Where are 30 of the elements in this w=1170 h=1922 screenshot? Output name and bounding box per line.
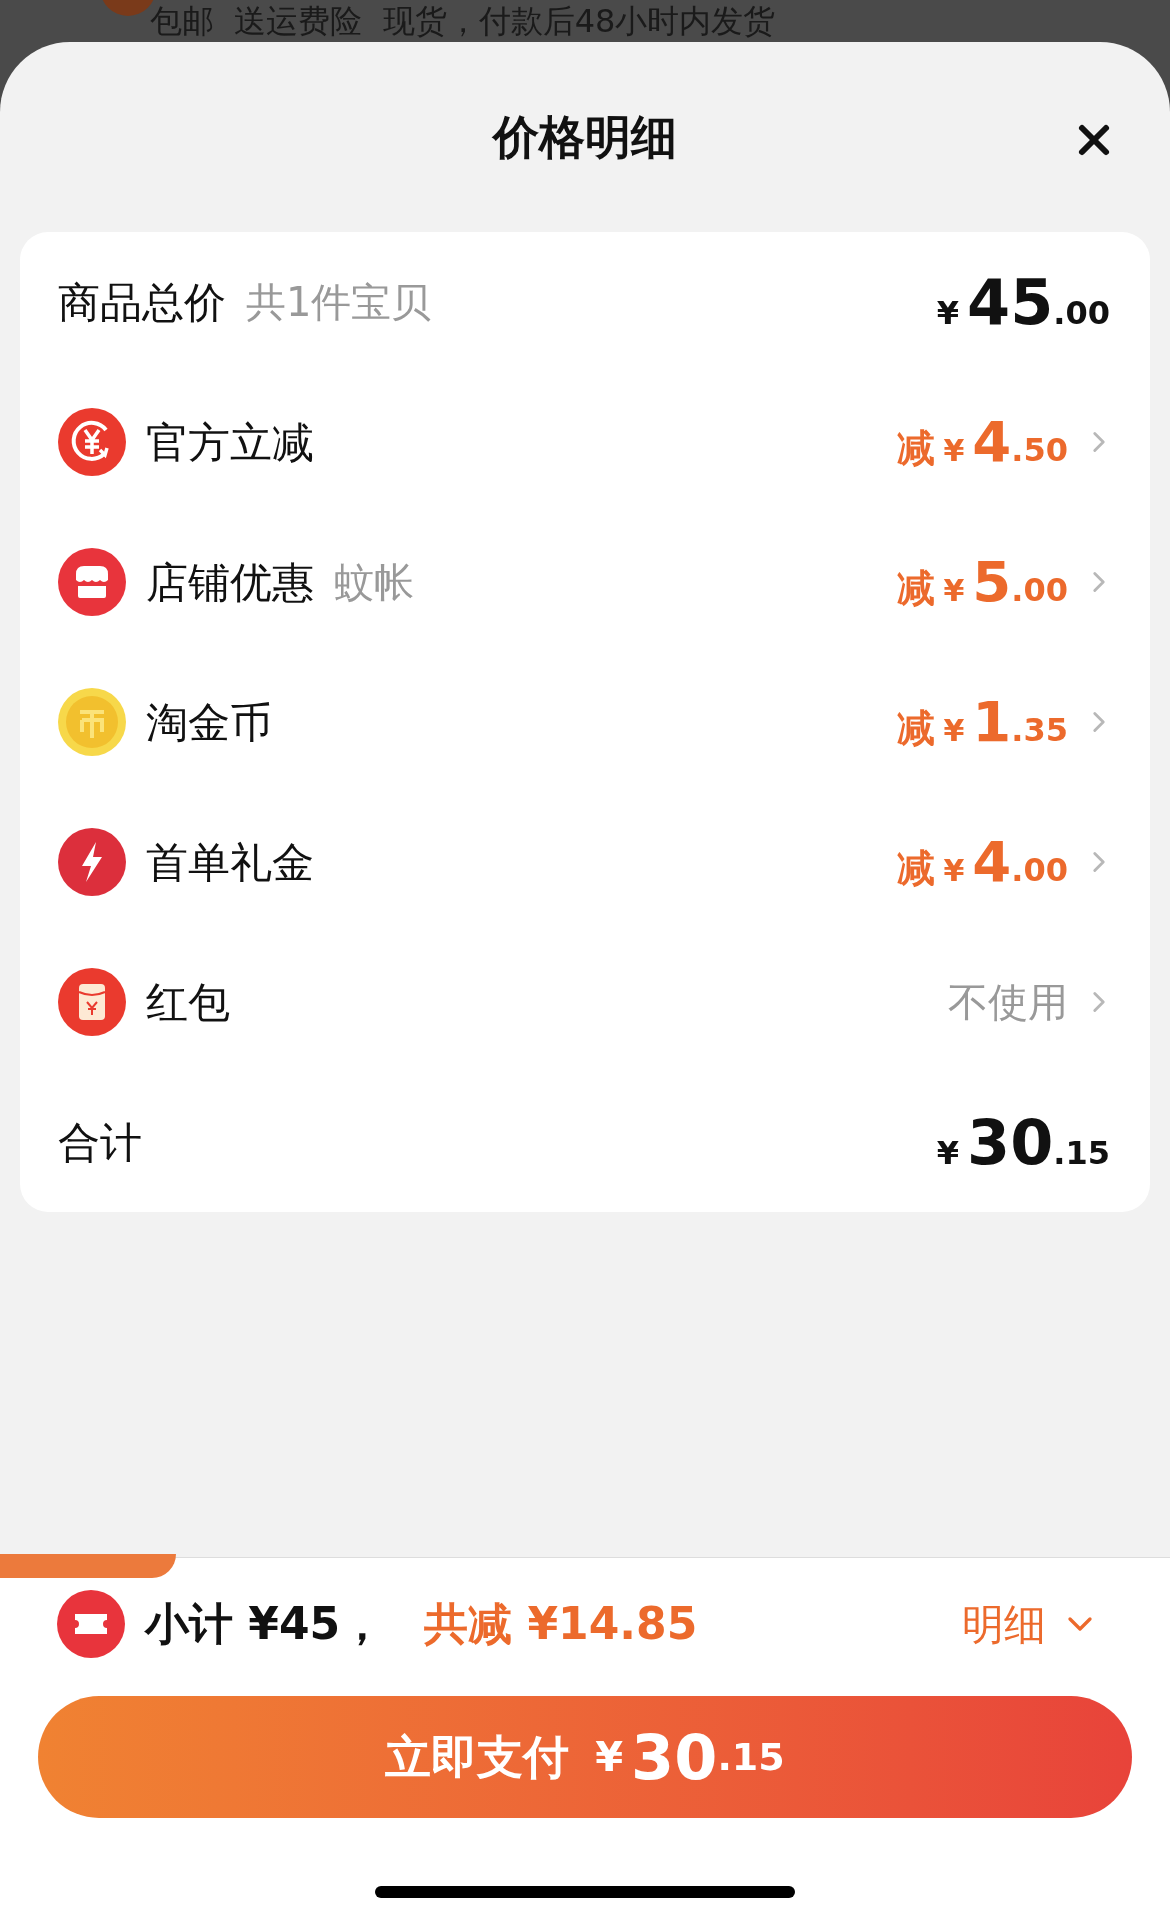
subtotal-text: 小计 ¥45， bbox=[145, 1597, 385, 1651]
row-label: 店铺优惠 bbox=[146, 556, 314, 609]
shop-icon bbox=[58, 548, 126, 616]
total-discount-text: 共减 ¥14.85 bbox=[424, 1597, 698, 1651]
price-amount: ¥30.15 bbox=[936, 1104, 1110, 1181]
sheet-title: 价格明细 bbox=[493, 108, 677, 166]
lightning-icon bbox=[58, 828, 126, 896]
discount-row[interactable]: 淘金币 减 ¥1.35 bbox=[20, 652, 1150, 792]
envelope-row[interactable]: 红包 不使用 bbox=[20, 932, 1150, 1072]
row-label: 淘金币 bbox=[146, 696, 272, 749]
discount-amount: 减 ¥1.35 bbox=[897, 688, 1068, 756]
discount-amount: 减 ¥5.00 bbox=[897, 548, 1068, 616]
row-label: 红包 bbox=[146, 976, 230, 1029]
coin-icon bbox=[58, 688, 126, 756]
row-value: 不使用 bbox=[948, 978, 1068, 1027]
envelope-icon bbox=[58, 968, 126, 1036]
row-label: 商品总价 bbox=[58, 276, 226, 329]
row-note: 共1件宝贝 bbox=[246, 278, 432, 327]
ticket-icon bbox=[57, 1590, 125, 1658]
yen-refund-icon bbox=[58, 408, 126, 476]
discount-row[interactable]: 首单礼金 减 ¥4.00 bbox=[20, 792, 1150, 932]
discount-amount: 减 ¥4.00 bbox=[897, 828, 1068, 896]
row-note: 蚊帐 bbox=[334, 558, 414, 607]
row-label: 官方立减 bbox=[146, 416, 314, 469]
discount-row[interactable]: 官方立减 减 ¥4.50 bbox=[20, 372, 1150, 512]
row-label: 首单礼金 bbox=[146, 836, 314, 889]
row-label: 合计 bbox=[58, 1116, 142, 1169]
price-amount: ¥45.00 bbox=[936, 264, 1110, 341]
discount-amount: 减 ¥4.50 bbox=[897, 408, 1068, 476]
discount-row[interactable]: 店铺优惠 蚊帐 减 ¥5.00 bbox=[20, 512, 1150, 652]
